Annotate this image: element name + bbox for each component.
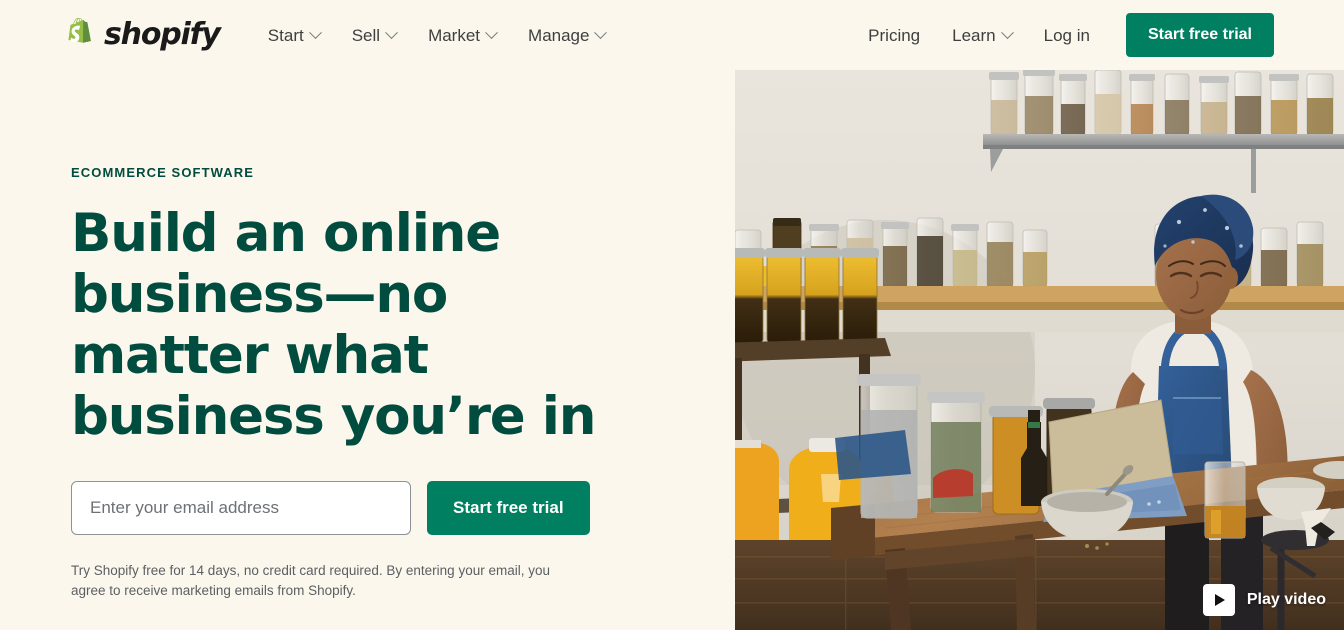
hero-image: Play video — [735, 70, 1344, 630]
start-free-trial-hero-button[interactable]: Start free trial — [427, 481, 590, 535]
play-video-button[interactable]: Play video — [1202, 584, 1326, 616]
free-trial-signup-form: Start free trial — [71, 481, 691, 535]
chevron-down-icon — [485, 25, 498, 39]
nav-item-label: Sell — [351, 25, 381, 45]
nav-item-start[interactable]: Start — [267, 25, 322, 45]
nav-item-manage[interactable]: Manage — [528, 25, 608, 45]
play-triangle-icon — [1202, 584, 1235, 616]
hero-eyebrow: ECOMMERCE SOFTWARE — [71, 165, 255, 180]
primary-nav-links: Start Sell Market Manage — [267, 25, 608, 45]
trial-disclaimer: Try Shopify free for 14 days, no credit … — [71, 563, 550, 598]
hero-content: ECOMMERCE SOFTWARE Build an online busin… — [71, 165, 691, 601]
chevron-down-icon — [594, 25, 608, 39]
start-free-trial-nav-button[interactable]: Start free trial — [1125, 13, 1274, 57]
chevron-down-icon — [1000, 25, 1014, 39]
email-input[interactable] — [71, 481, 411, 535]
nav-item-label: Learn — [952, 25, 996, 45]
shopify-bag-icon — [68, 18, 91, 43]
nav-item-sell[interactable]: Sell — [351, 25, 398, 45]
hero-photo-illustration — [735, 70, 1344, 630]
nav-item-label: Market — [428, 25, 481, 45]
nav-item-label: Pricing — [868, 25, 921, 45]
nav-item-label: Start — [267, 25, 304, 45]
secondary-nav-links: Pricing Learn Log in Start free trial — [868, 13, 1274, 57]
nav-item-label: Manage — [528, 25, 590, 45]
nav-item-market[interactable]: Market — [428, 25, 498, 45]
top-navigation-bar: shopify Start Sell Market Manage Pricing… — [0, 0, 1344, 70]
nav-item-learn[interactable]: Learn — [952, 25, 1014, 45]
shopify-wordmark: shopify — [104, 17, 221, 52]
chevron-down-icon — [385, 25, 398, 39]
shopify-logo[interactable]: shopify — [66, 17, 221, 52]
nav-item-pricing[interactable]: Pricing — [868, 27, 920, 44]
play-video-label: Play video — [1246, 591, 1326, 608]
page-title: Build an online business—no matter what … — [71, 203, 596, 447]
chevron-down-icon — [308, 25, 322, 39]
nav-item-log-in[interactable]: Log in — [1044, 27, 1090, 44]
nav-item-label: Log in — [1043, 25, 1090, 45]
